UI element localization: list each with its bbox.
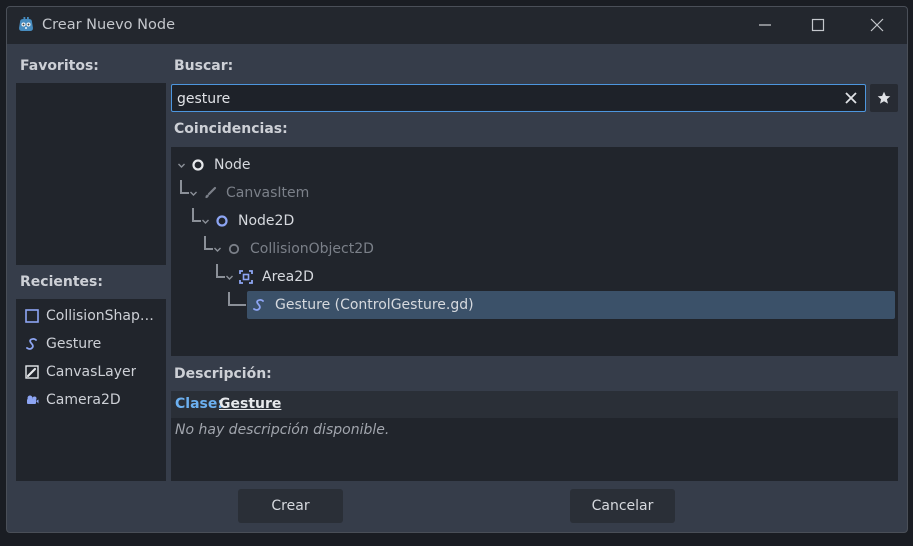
recent-item-label: Camera2D	[46, 392, 121, 408]
chevron-down-icon[interactable]	[212, 244, 222, 254]
canvas-layer-icon	[24, 364, 40, 380]
godot-logo-icon	[19, 17, 33, 31]
collision-object-icon	[226, 241, 242, 257]
tree-guide	[228, 292, 246, 306]
camera-icon	[24, 392, 40, 408]
description-text: No hay descripción disponible.	[175, 422, 390, 438]
close-icon	[870, 18, 884, 32]
brush-icon	[202, 185, 218, 201]
minimize-button[interactable]	[743, 10, 787, 40]
tree-item-collisionobject2d[interactable]: CollisionObject2D	[212, 235, 374, 263]
node-circle-icon	[190, 157, 206, 173]
collision-shape-icon	[24, 308, 40, 324]
window-title: Crear Nuevo Node	[42, 17, 176, 33]
recent-item-gesture[interactable]: Gesture	[16, 330, 166, 358]
tree-item-gesture[interactable]: Gesture (ControlGesture.gd)	[251, 291, 474, 319]
chevron-down-icon[interactable]	[176, 160, 186, 170]
chevron-down-icon[interactable]	[224, 272, 234, 282]
tree-item-node2d[interactable]: Node2D	[200, 207, 294, 235]
favorites-label: Favoritos:	[20, 58, 99, 74]
chevron-down-icon[interactable]	[188, 188, 198, 198]
star-icon	[877, 91, 891, 104]
tree-item-label: Gesture (ControlGesture.gd)	[275, 297, 474, 313]
gesture-script-icon	[24, 336, 40, 352]
recents-label: Recientes:	[20, 274, 103, 290]
create-button[interactable]: Crear	[238, 489, 343, 523]
class-link[interactable]: Gesture	[219, 396, 281, 412]
tree-item-label: Node	[214, 157, 251, 173]
tree-item-area2d[interactable]: Area2D	[224, 263, 314, 291]
cancel-button[interactable]: Cancelar	[570, 489, 675, 523]
favorite-toggle-button[interactable]	[870, 84, 898, 112]
search-field[interactable]	[171, 84, 866, 112]
recents-list: CollisionShap… Gesture CanvasLayer Camer…	[16, 299, 166, 481]
matches-label: Coincidencias:	[174, 121, 288, 137]
maximize-button[interactable]	[796, 10, 840, 40]
title-bar: Crear Nuevo Node	[7, 7, 907, 44]
description-header: Clase: Gesture	[171, 391, 898, 418]
tree-item-label: CollisionObject2D	[250, 241, 374, 257]
recent-item-collision-shape[interactable]: CollisionShap…	[16, 302, 166, 330]
recent-item-camera2d[interactable]: Camera2D	[16, 386, 166, 414]
recent-item-label: CollisionShap…	[46, 308, 154, 324]
tree-item-node[interactable]: Node	[176, 151, 251, 179]
minimize-icon	[759, 24, 771, 26]
tree-item-label: Node2D	[238, 213, 295, 229]
close-button[interactable]	[855, 10, 899, 40]
node2d-circle-icon	[214, 213, 230, 229]
area2d-icon	[238, 269, 254, 285]
create-node-dialog: Crear Nuevo Node Favoritos: Recientes: C…	[6, 6, 908, 533]
favorites-list[interactable]	[16, 83, 166, 265]
tree-item-canvasitem[interactable]: CanvasItem	[188, 179, 309, 207]
gesture-script-icon	[251, 297, 267, 313]
search-label: Buscar:	[174, 58, 234, 74]
recent-item-label: Gesture	[46, 336, 102, 352]
recent-item-label: CanvasLayer	[46, 364, 137, 380]
description-label: Descripción:	[174, 366, 272, 382]
search-input[interactable]	[177, 89, 827, 109]
recent-item-canvas-layer[interactable]: CanvasLayer	[16, 358, 166, 386]
class-prefix: Clase:	[175, 396, 223, 412]
tree-item-label: CanvasItem	[226, 185, 310, 201]
matches-tree: Node CanvasItem Node2D CollisionObject2D…	[171, 147, 898, 356]
tree-item-label: Area2D	[262, 269, 314, 285]
maximize-icon	[811, 18, 825, 32]
chevron-down-icon[interactable]	[200, 216, 210, 226]
clear-search-icon[interactable]	[843, 90, 859, 106]
description-panel: Clase: Gesture No hay descripción dispon…	[171, 391, 898, 481]
